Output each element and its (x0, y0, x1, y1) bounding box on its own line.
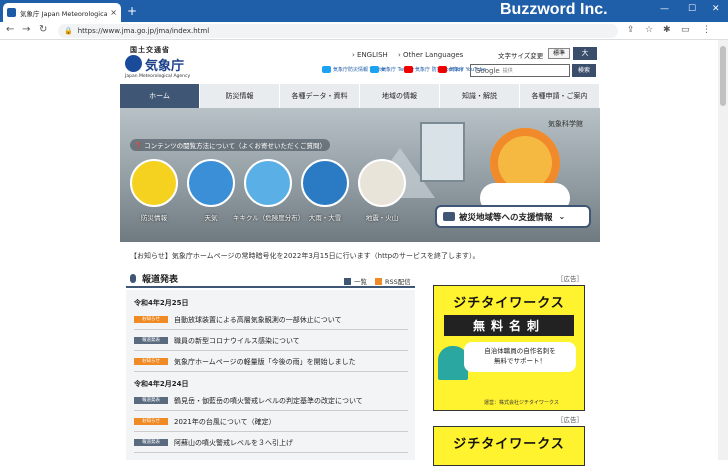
press-item-text[interactable]: 鶴見岳・伽藍岳の噴火警戒レベルの判定基準の改定について (174, 396, 363, 406)
ad-headline: ジチタイワークス (453, 437, 565, 452)
press-date: 令和4年2月25日 (134, 299, 189, 307)
nav-disaster-info[interactable]: 防災情報 (200, 84, 280, 108)
site-logo-subtitle: Japan Meteorological Agency (125, 74, 191, 79)
ministry-label: 国土交通省 (130, 46, 170, 54)
press-item[interactable]: お知らせ 気象庁ホームページの軽量版「今後の雨」を開始しました (134, 352, 408, 372)
nav-knowledge[interactable]: 知識・解説 (440, 84, 520, 108)
english-link[interactable]: › ENGLISH (352, 51, 388, 59)
press-item-text[interactable]: 2021年の台風について（確定） (174, 417, 276, 427)
rss-icon (375, 277, 382, 285)
youtube-icon (438, 66, 447, 73)
press-badge: 報道発表 (134, 397, 168, 404)
press-badge: お知らせ (134, 316, 168, 323)
reload-button[interactable]: ↻ (39, 24, 47, 35)
site-logo-name[interactable]: 気象庁 (145, 55, 184, 74)
font-size-standard-button[interactable]: 標準 (548, 48, 570, 59)
search-button[interactable]: 検索 (572, 64, 596, 77)
science-museum-sign: 気象科学館 (548, 120, 583, 128)
close-window-button[interactable]: ✕ (712, 4, 720, 14)
nav-home[interactable]: ホーム (120, 84, 200, 108)
nav-applications[interactable]: 各種申請・ご案内 (520, 84, 600, 108)
hero-screen (420, 122, 465, 182)
press-list-link[interactable]: 一覧 (344, 276, 367, 286)
press-divider (126, 286, 415, 288)
browser-menu-icon[interactable]: ⋮ (702, 25, 711, 35)
microphone-icon (130, 274, 136, 283)
howto-link[interactable]: ❓ コンテンツの閲覧方法について（よくお寄せいただくご質問） (130, 139, 330, 151)
ad-banner[interactable]: ジチタイワークス 無料名刺 自治体職員の自作名刺を 無料でサポート！ 運営：株式… (433, 285, 585, 411)
ad-label: ［広告］ (557, 275, 583, 283)
brand-watermark: Buzzword Inc. (500, 1, 608, 18)
category-bousai-icon[interactable] (130, 159, 178, 207)
tab-close-icon[interactable]: × (110, 8, 117, 17)
press-item-text[interactable]: 気象庁ホームページの軽量版「今後の雨」を開始しました (174, 357, 356, 367)
press-item-text[interactable]: 阿蘇山の噴火警戒レベルを３へ引上げ (174, 438, 293, 448)
extensions-icon[interactable]: ✱ (663, 25, 671, 35)
category-weather-icon[interactable] (187, 159, 235, 207)
category-earthquake-icon[interactable] (358, 159, 406, 207)
press-item-text[interactable]: 自動放球装置による高層気象観測の一部休止について (174, 315, 342, 325)
list-icon (344, 277, 351, 285)
notice-text[interactable]: 【お知らせ】気象庁ホームページの常時暗号化を2022年3月15日に行います（ht… (130, 251, 480, 261)
global-nav: ホーム 防災情報 各種データ・資料 地域の情報 知識・解説 各種申請・ご案内 (120, 84, 600, 108)
back-button[interactable]: ← (6, 24, 14, 35)
search-placeholder: 提供 (502, 68, 513, 74)
support-info-label: 被災地域等への支援情報 (459, 212, 553, 223)
press-badge: お知らせ (134, 358, 168, 365)
share-icon[interactable]: ⇪ (627, 25, 635, 35)
tab-title: 気象庁 Japan Meteorological Ag (20, 9, 108, 18)
minimize-button[interactable]: — (660, 4, 669, 14)
youtube-icon (404, 66, 413, 73)
ad-banner[interactable]: ジチタイワークス (433, 426, 585, 466)
press-item[interactable]: お知らせ 2021年の台風について（確定） (134, 412, 408, 432)
new-tab-button[interactable]: + (127, 5, 137, 17)
ad-subheadline: 無料名刺 (444, 315, 574, 336)
forward-button[interactable]: → (22, 24, 30, 35)
ad-bubble: 自治体職員の自作名刺を 無料でサポート！ (464, 342, 576, 372)
press-date: 令和4年2月24日 (134, 380, 189, 388)
ad-headline: ジチタイワークス (453, 296, 565, 311)
press-item-text[interactable]: 職員の新型コロナウイルス感染について (174, 336, 300, 346)
browser-tab[interactable]: 気象庁 Japan Meteorological Ag × (3, 3, 121, 22)
url-text: https://www.jma.go.jp/jma/index.html (77, 27, 210, 35)
nav-data[interactable]: 各種データ・資料 (280, 84, 360, 108)
maximize-button[interactable]: ☐ (688, 4, 696, 14)
press-item[interactable]: 報道発表 鶴見岳・伽藍岳の噴火警戒レベルの判定基準の改定について (134, 391, 408, 411)
lock-icon: 🔒 (64, 27, 73, 35)
press-badge: 報道発表 (134, 337, 168, 344)
press-section-title: 報道発表 (130, 272, 178, 285)
jma-logo-icon[interactable] (125, 55, 142, 72)
press-badge: お知らせ (134, 418, 168, 425)
twitter-icon (322, 66, 331, 73)
other-languages-link[interactable]: › Other Languages (398, 51, 463, 59)
site-search-input[interactable]: Google 提供 (470, 64, 570, 77)
nav-regional[interactable]: 地域の情報 (360, 84, 440, 108)
sidepanel-icon[interactable]: ▭ (681, 25, 690, 35)
twitter-icon (370, 66, 379, 73)
chevron-down-icon: ⌄ (558, 212, 566, 221)
category-earthquake-label[interactable]: 地震・火山 (347, 212, 417, 222)
press-item[interactable]: 報道発表 職員の新型コロナウイルス感染について (134, 331, 408, 351)
press-item[interactable]: お知らせ 自動放球装置による高層気象観測の一部休止について (134, 310, 408, 330)
press-item[interactable]: 報道発表 阿蘇山の噴火警戒レベルを３へ引上げ (134, 433, 408, 453)
rss-link[interactable]: RSS配信 (375, 276, 411, 286)
ad-owner: 運営：株式会社ジチタイワークス (484, 400, 559, 406)
font-size-label: 文字サイズ変更 (498, 52, 544, 60)
font-size-large-button[interactable]: 大 (573, 47, 597, 60)
truck-icon (443, 212, 455, 221)
category-kikikuru-icon[interactable] (244, 159, 292, 207)
ad-label: ［広告］ (557, 416, 583, 424)
bookmark-star-icon[interactable]: ☆ (645, 25, 653, 35)
press-badge: 報道発表 (134, 439, 168, 446)
category-heavy-rain-icon[interactable] (301, 159, 349, 207)
address-bar[interactable]: 🔒 https://www.jma.go.jp/jma/index.html (58, 24, 618, 38)
google-label: Google (475, 66, 500, 75)
support-info-button[interactable]: 被災地域等への支援情報 ⌄ (435, 205, 591, 228)
scrollbar-thumb[interactable] (720, 46, 726, 106)
site-favicon-icon (7, 8, 16, 17)
